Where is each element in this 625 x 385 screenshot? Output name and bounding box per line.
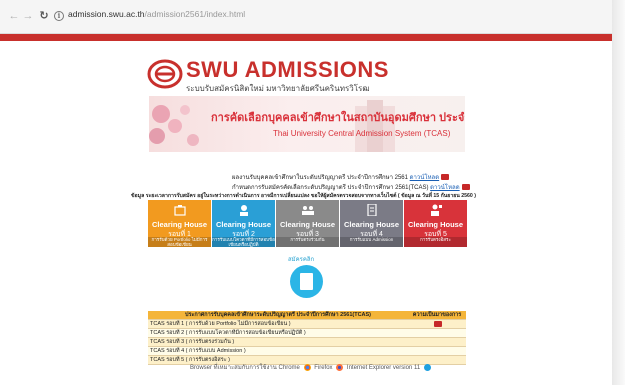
info-line-1-text: ผลงานรับบุคคลเข้าศึกษาในระดับปริญญาตรี ป… [232,175,408,181]
brand-title: SWU ADMISSIONS [186,57,389,82]
person-icon [431,204,442,216]
pdf-icon[interactable] [434,320,442,327]
banner-subtitle: Thai University Central Admission System… [273,129,451,138]
row-label[interactable]: TCAS รอบที่ 2 ( การรับแบบโควตาที่มีการสอ… [148,328,408,338]
flower-decoration [149,105,199,146]
portfolio-icon [174,205,186,216]
info-line-2-text: กำหนดการรับสมัครคัดเลือกระดับปริญญาตรี ป… [232,185,429,191]
tile-round-4[interactable]: Clearing House รอบที่ 4 การรับแบบ Admiss… [340,200,403,247]
row-label[interactable]: TCAS รอบที่ 3 ( การรับตรงร่วมกัน ) [148,337,408,347]
announcement-table: ประกาศการรับบุคคลเข้าศึกษาระดับปริญญาตรี… [148,311,466,365]
table-row: TCAS รอบที่ 2 ( การรับแบบโควตาที่มีการสอ… [148,328,466,338]
tile-round-3[interactable]: Clearing House รอบที่ 3 การรับตรงร่วมกัน [276,200,339,247]
tile-desc: การรับแบบ Admission [340,237,403,247]
form-icon [300,273,313,290]
info-icon[interactable]: i [54,11,64,21]
info-line-2: กำหนดการรับสมัครคัดเลือกระดับปริญญาตรี ป… [232,182,470,192]
tile-name: Clearing House [279,220,335,229]
apply-button[interactable] [290,265,323,298]
group-icon [302,206,314,215]
browser-note: Browser ที่เหมาะสมกับการใช้งาน Chrome Fi… [190,362,433,372]
brand-subtitle: ระบบรับสมัครนิสิตใหม่ มหาวิทยาลัยศรีนคริ… [186,84,370,93]
pdf-icon[interactable] [461,184,470,191]
reload-icon[interactable]: ↻ [38,10,50,22]
footer-firefox: Firefox [314,365,333,371]
table-header-detail: ความเป็นมาของการ [408,311,466,320]
tile-desc: การรับแบบโควตาที่มีการสอบข้อเขียนหรือปฏิ… [212,237,275,247]
footer-ie: Internet Explorer version 11 [346,365,421,371]
footer-prefix: Browser ที่เหมาะสมกับการใช้งาน Chrome [190,365,300,371]
table-row: TCAS รอบที่ 4 ( การรับแบบ Admission ) [148,346,466,356]
tile-name: Clearing House [407,220,463,229]
url-host: admission.swu.ac.th [68,9,145,19]
apply-label[interactable]: สมัครคลิก [288,254,314,264]
tile-name: Clearing House [151,220,207,229]
ie-icon [423,363,431,371]
info-line-1: ผลงานรับบุคคลเข้าศึกษาในระดับปริญญาตรี ป… [232,172,450,182]
address-bar[interactable]: admission.swu.ac.th/admission2561/index.… [68,9,245,19]
tile-round-1[interactable]: Clearing House รอบที่ 1 การรับด้วย Portf… [148,200,211,247]
quota-icon [240,205,248,216]
row-label[interactable]: TCAS รอบที่ 4 ( การรับแบบ Admission ) [148,346,408,356]
swu-logo [147,59,183,89]
table-row: TCAS รอบที่ 3 ( การรับตรงร่วมกัน ) [148,337,466,347]
tile-desc: การรับตรงอิสระ [404,237,467,247]
tcas-banner: การคัดเลือกบุคคลเข้าศึกษาในสถาบันอุดมศึก… [149,96,465,152]
banner-title: การคัดเลือกบุคคลเข้าศึกษาในสถาบันอุดมศึก… [211,112,465,124]
download-link-2[interactable]: ดาวน์โหลด [430,185,460,191]
tile-round-2[interactable]: Clearing House รอบที่ 2 การรับแบบโควตาที… [212,200,275,247]
info-line-3: ข้อมูล ระยะเวลาการรับสมัคร อยู่ในระหว่าง… [131,193,476,199]
tile-name: Clearing House [215,220,271,229]
table-header-row: ประกาศการรับบุคคลเข้าศึกษาระดับปริญญาตรี… [148,311,466,320]
pdf-icon[interactable] [441,174,450,181]
forward-icon[interactable]: → [22,10,34,22]
table-header-title: ประกาศการรับบุคคลเข้าศึกษาระดับปริญญาตรี… [148,311,408,320]
chrome-icon [303,363,311,371]
table-row: TCAS รอบที่ 1 ( การรับด้วย Portfolio ไม่… [148,319,466,329]
window-edge [612,0,625,385]
tile-desc: การรับตรงร่วมกัน [276,237,339,247]
tile-desc: การรับด้วย Portfolio ไม่มีการสอบข้อเขียน [148,237,211,247]
url-path: /admission2561/index.html [144,9,246,19]
back-icon[interactable]: ← [8,10,20,22]
document-icon [367,204,377,216]
row-label[interactable]: TCAS รอบที่ 1 ( การรับด้วย Portfolio ไม่… [148,319,408,329]
browser-toolbar: ← → ↻ i admission.swu.ac.th/admission256… [0,0,612,34]
download-link-1[interactable]: ดาวน์โหลด [410,175,440,181]
top-red-bar [0,34,612,41]
tile-round-5[interactable]: Clearing House รอบที่ 5 การรับตรงอิสระ [404,200,467,247]
firefox-icon [336,363,344,371]
tile-name: Clearing House [343,220,399,229]
